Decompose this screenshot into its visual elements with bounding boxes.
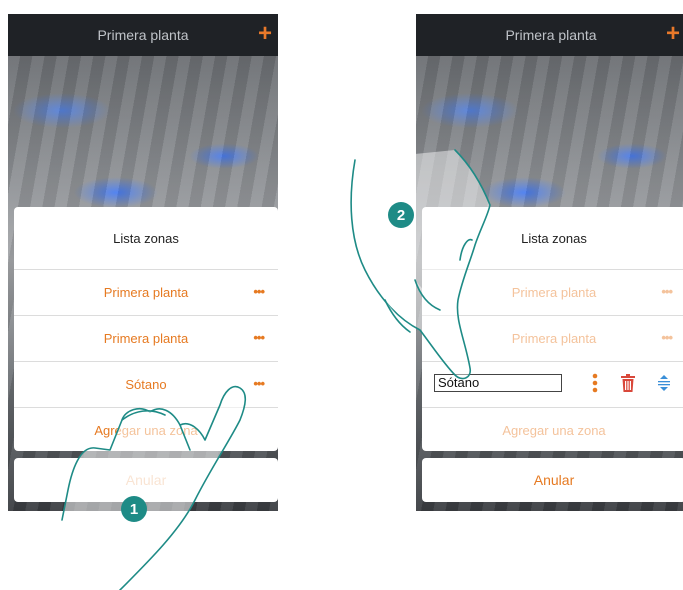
step-badge: 2 xyxy=(388,202,414,228)
step-badge: 1 xyxy=(121,496,147,522)
hand-pointer-icon xyxy=(61,149,491,590)
